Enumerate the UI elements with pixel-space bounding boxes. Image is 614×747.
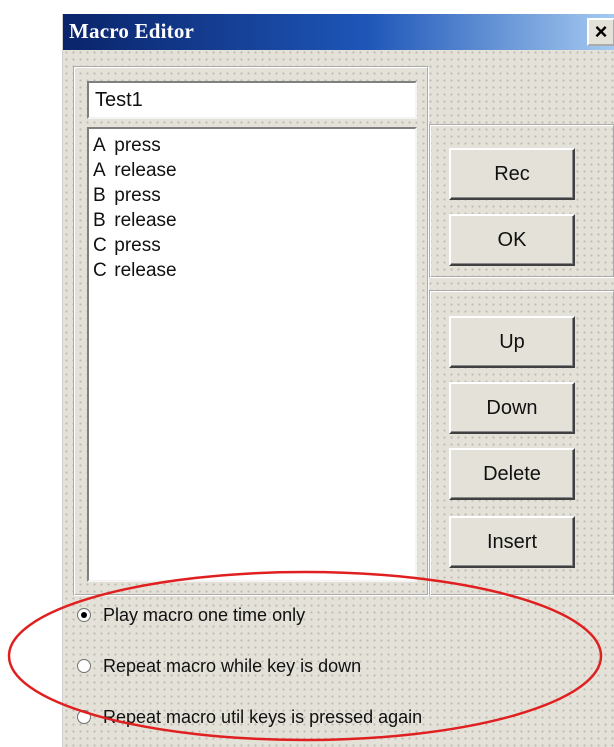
event-action: press — [114, 135, 161, 156]
event-action: press — [114, 235, 161, 256]
option-repeat-while-down[interactable]: Repeat macro while key is down — [77, 651, 361, 681]
down-button[interactable]: Down — [449, 382, 575, 434]
list-item[interactable]: B press — [93, 183, 415, 208]
event-action: release — [114, 160, 177, 181]
radio-button-checked[interactable] — [77, 608, 91, 622]
event-action: release — [114, 260, 177, 281]
option-label: Repeat macro while key is down — [103, 655, 362, 676]
macro-editor-window: Macro Editor × A press A release B press… — [62, 14, 614, 747]
option-label: Play macro one time only — [103, 604, 306, 625]
insert-button[interactable]: Insert — [449, 516, 575, 568]
event-key: B — [93, 210, 106, 231]
event-key: C — [93, 260, 107, 281]
event-action: press — [114, 185, 161, 206]
radio-button[interactable] — [77, 659, 91, 673]
list-item[interactable]: A release — [93, 158, 415, 183]
close-icon[interactable]: × — [587, 18, 614, 46]
list-item[interactable]: C release — [93, 258, 415, 283]
option-repeat-until-pressed[interactable]: Repeat macro util keys is pressed again — [77, 702, 422, 732]
event-key: A — [93, 160, 106, 181]
rec-button[interactable]: Rec — [449, 148, 575, 200]
event-key: C — [93, 235, 107, 256]
ok-button[interactable]: OK — [449, 214, 575, 266]
option-play-once[interactable]: Play macro one time only — [77, 600, 305, 630]
list-item[interactable]: B release — [93, 208, 415, 233]
list-item[interactable]: A press — [93, 133, 415, 158]
list-item[interactable]: C press — [93, 233, 415, 258]
up-button[interactable]: Up — [449, 316, 575, 368]
option-label: Repeat macro util keys is pressed again — [103, 706, 423, 727]
event-key: A — [93, 135, 106, 156]
event-action: release — [114, 210, 177, 231]
delete-button[interactable]: Delete — [449, 448, 575, 500]
radio-button[interactable] — [77, 710, 91, 724]
event-key: B — [93, 185, 106, 206]
macro-event-list[interactable]: A press A release B press B release C pr… — [87, 127, 417, 582]
macro-name-input[interactable] — [87, 81, 417, 119]
window-title: Macro Editor — [69, 19, 195, 43]
title-bar[interactable]: Macro Editor × — [63, 14, 614, 50]
